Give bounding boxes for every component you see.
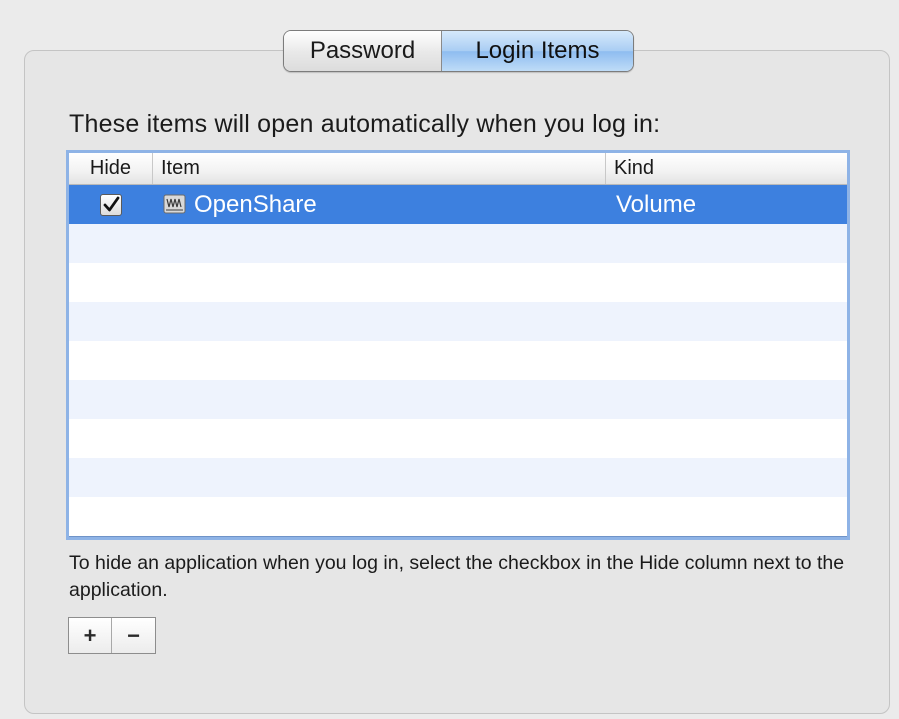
remove-item-button[interactable]: −	[112, 618, 155, 653]
empty-row	[69, 458, 847, 497]
column-header-hide[interactable]: Hide	[69, 153, 153, 184]
column-header-item[interactable]: Item	[153, 153, 606, 184]
tab-bar: Password Login Items	[283, 30, 634, 72]
table-row[interactable]: OpenShare Volume	[69, 185, 847, 224]
help-text: To hide an application when you log in, …	[69, 552, 845, 601]
empty-row	[69, 224, 847, 263]
item-name: OpenShare	[194, 190, 317, 218]
volume-icon	[163, 193, 186, 216]
empty-row	[69, 380, 847, 419]
add-item-button[interactable]: +	[69, 618, 112, 653]
add-remove-controls: + −	[68, 617, 156, 654]
column-header-kind[interactable]: Kind	[606, 153, 847, 184]
empty-row	[69, 302, 847, 341]
login-items-table[interactable]: Hide Item Kind OpenShare Volume	[66, 150, 850, 540]
table-header: Hide Item Kind	[69, 153, 847, 185]
tab-password[interactable]: Password	[284, 31, 442, 71]
empty-row	[69, 419, 847, 458]
hide-checkbox[interactable]	[100, 193, 122, 216]
item-kind: Volume	[616, 190, 697, 218]
tab-login-items[interactable]: Login Items	[442, 31, 633, 71]
item-cell: OpenShare	[153, 191, 606, 219]
empty-row	[69, 341, 847, 380]
checkmark-icon	[103, 196, 120, 211]
empty-row	[69, 497, 847, 536]
hide-cell	[69, 193, 153, 216]
intro-text: These items will open automatically when…	[69, 110, 661, 138]
empty-row	[69, 263, 847, 302]
table-body: OpenShare Volume	[69, 185, 847, 537]
